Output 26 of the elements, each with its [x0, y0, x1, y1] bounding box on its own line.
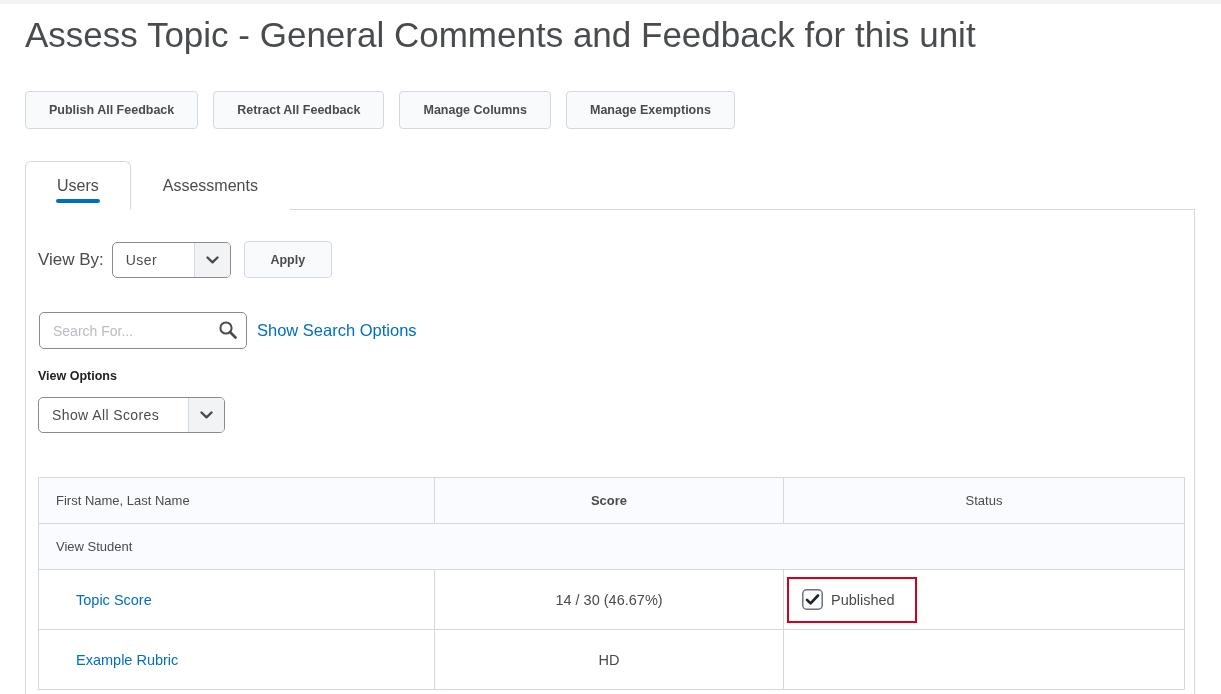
column-header[interactable]: Status	[783, 477, 1185, 524]
search-icon[interactable]	[219, 321, 237, 339]
tab[interactable]: Users	[25, 161, 131, 210]
column-header[interactable]: Score	[434, 477, 784, 524]
row-link[interactable]: Example Rubric	[76, 651, 179, 668]
show-search-options-link[interactable]: Show Search Options	[257, 321, 417, 340]
view-options-select[interactable]: Show All Scores	[38, 397, 225, 433]
status-label: Published	[831, 591, 895, 608]
checkbox[interactable]	[802, 589, 823, 610]
search-field[interactable]: Search For...	[39, 312, 247, 349]
view-by-label: View By:	[38, 249, 104, 270]
table-cell: HD	[434, 629, 784, 690]
toolbar-button[interactable]: Manage Columns	[399, 91, 551, 129]
chevron-down-icon	[205, 255, 219, 264]
chevron-down-icon	[200, 411, 213, 419]
row-link[interactable]: Topic Score	[76, 591, 152, 608]
toolbar-button[interactable]: Manage Exemptions	[565, 91, 735, 129]
view-options-label: View Options	[38, 369, 117, 383]
view-by-select[interactable]: User	[111, 241, 231, 278]
group-header: View Student	[38, 523, 1185, 570]
page-title: Assess Topic - General Comments and Feedback for this unit	[25, 15, 976, 55]
apply-button[interactable]: Apply	[243, 241, 332, 278]
column-header[interactable]: First Name, Last Name	[38, 477, 435, 524]
toolbar-button[interactable]: Retract All Feedback	[213, 91, 385, 129]
toolbar-button[interactable]: Publish All Feedback	[25, 91, 199, 129]
table-cell: 14 / 30 (46.67%)	[434, 569, 784, 630]
